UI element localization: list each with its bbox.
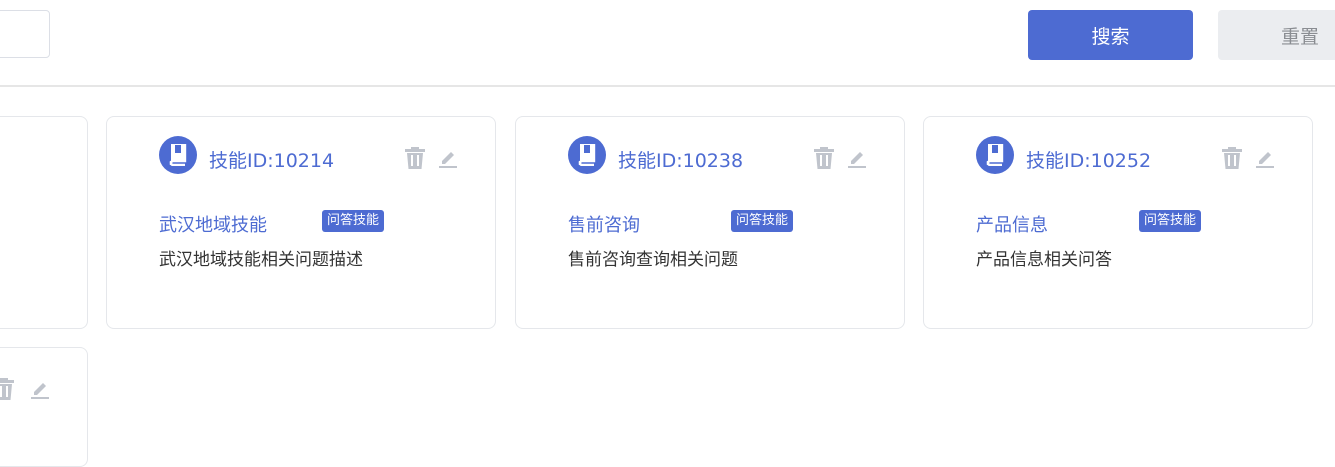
skill-card-partial[interactable] <box>0 116 88 329</box>
edit-icon[interactable] <box>1255 148 1275 168</box>
skill-card[interactable]: 技能ID:10238 售前咨询 问答技能 售前咨询查询相关问题 <box>515 116 905 329</box>
skill-title: 产品信息 <box>976 215 1048 236</box>
book-icon <box>568 136 606 174</box>
trash-icon[interactable] <box>0 378 14 400</box>
skill-title: 武汉地域技能 <box>159 215 267 236</box>
skill-description: 售前咨询查询相关问题 <box>568 250 738 270</box>
skill-id: 技能ID:10238 <box>618 150 744 172</box>
skill-description: 武汉地域技能相关问题描述 <box>159 250 363 270</box>
skill-type-badge: 问答技能 <box>731 210 794 232</box>
skill-description: 产品信息相关问答 <box>976 250 1112 270</box>
skill-type-badge: 问答技能 <box>322 210 385 232</box>
trash-icon[interactable] <box>814 147 834 169</box>
skill-card[interactable]: 技能ID:10252 产品信息 问答技能 产品信息相关问答 <box>923 116 1313 329</box>
book-icon <box>976 136 1014 174</box>
skill-type-badge: 问答技能 <box>1139 210 1202 232</box>
edit-icon[interactable] <box>30 379 50 399</box>
toolbar-divider <box>0 85 1335 87</box>
skill-title: 售前咨询 <box>568 215 640 236</box>
skill-card[interactable]: 技能ID:10214 武汉地域技能 问答技能 武汉地域技能相关问题描述 <box>106 116 496 329</box>
search-button[interactable]: 搜索 <box>1028 10 1193 60</box>
skill-card-partial[interactable] <box>0 347 88 467</box>
search-input[interactable] <box>0 10 50 58</box>
edit-icon[interactable] <box>847 148 867 168</box>
edit-icon[interactable] <box>438 148 458 168</box>
skill-id: 技能ID:10214 <box>209 150 335 172</box>
reset-button[interactable]: 重置 <box>1218 10 1335 60</box>
skill-id: 技能ID:10252 <box>1026 150 1152 172</box>
book-icon <box>159 136 197 174</box>
trash-icon[interactable] <box>1222 147 1242 169</box>
trash-icon[interactable] <box>405 147 425 169</box>
